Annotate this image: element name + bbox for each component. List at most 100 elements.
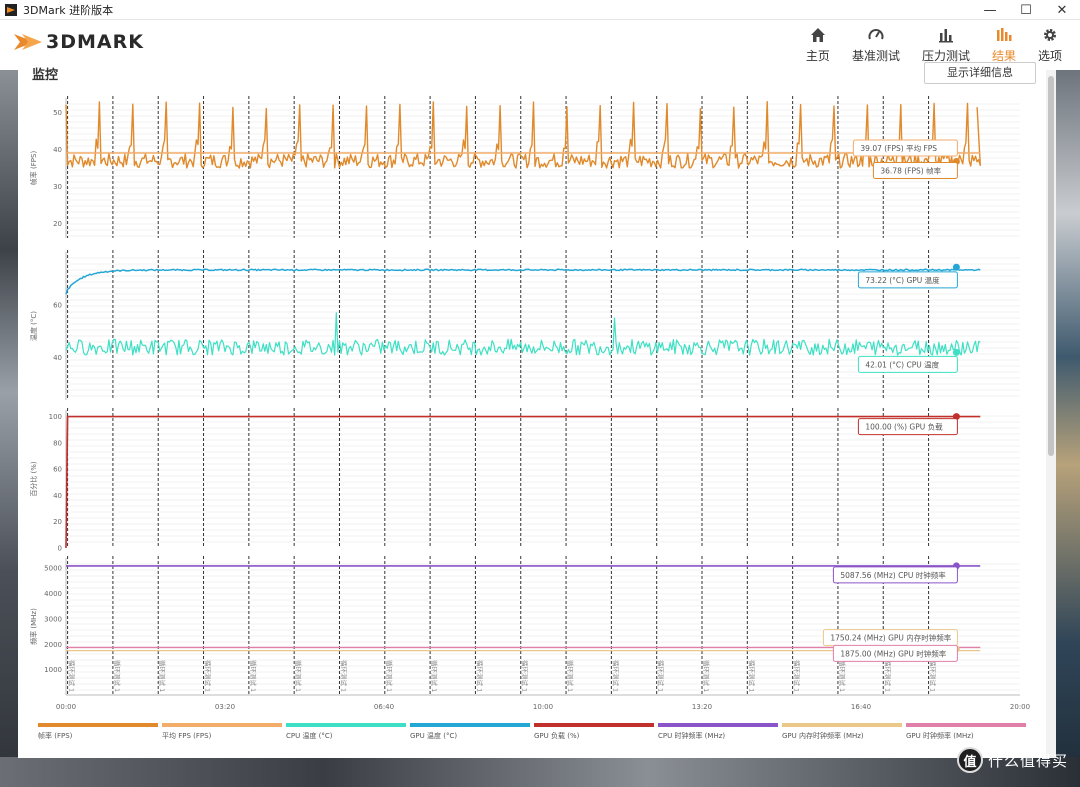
legend-swatch <box>410 723 530 727</box>
monitoring-charts: 20 30 40 50 帧率 (FPS) 40 60 温度 (°C) 0 20 40 60 80 100 百… <box>29 96 1030 711</box>
nav-benchmarks[interactable]: 基准测试 <box>852 26 900 64</box>
y-tick-label: 80 <box>53 439 62 447</box>
monitoring-panel: 监控 显示详细信息 20 30 40 50 帧率 (FPS) 40 60 温度 (°C) 0 20… <box>18 62 1048 758</box>
y-tick-label: 40 <box>53 146 62 154</box>
scrollbar-thumb[interactable] <box>1048 76 1054 456</box>
title-bar: 3DMark 进阶版本 — ☐ ✕ <box>0 0 1080 20</box>
loop-marker-label: 循环测试 1 <box>929 660 938 692</box>
chart-legend: 帧率 (FPS) 平均 FPS (FPS) CPU 温度 (°C) GPU 温度… <box>38 723 1048 753</box>
window-title: 3DMark 进阶版本 <box>23 3 114 17</box>
cpu-temp-end-marker <box>952 348 960 356</box>
vertical-scrollbar[interactable] <box>1046 70 1056 758</box>
bars-icon <box>936 26 956 44</box>
legend-item-avg-fps[interactable]: 平均 FPS (FPS) <box>162 723 282 741</box>
loop-marker-label: 循环测试 1 <box>385 660 394 692</box>
legend-swatch <box>658 723 778 727</box>
y-tick-label: 2000 <box>44 641 62 649</box>
logo-mark-icon <box>14 34 42 50</box>
nav-stress-tests[interactable]: 压力测试 <box>922 26 970 64</box>
nav-home[interactable]: 主页 <box>806 26 830 64</box>
loop-marker-label: 循环测试 1 <box>657 660 666 692</box>
nav-results[interactable]: 结果 <box>992 26 1016 64</box>
legend-item-gpu-clock[interactable]: GPU 时钟频率 (MHz) <box>906 723 1026 741</box>
nav-label: 选项 <box>1037 49 1062 63</box>
nav-label: 主页 <box>805 49 830 63</box>
value-annotation-label: 100.00 (%) GPU 负载 <box>865 422 943 432</box>
logo-text: 3DMARK <box>46 31 144 53</box>
cpu-temp-series-line <box>65 312 981 356</box>
legend-label: GPU 内存时钟频率 (MHz) <box>782 732 864 740</box>
nav-options[interactable]: 选项 <box>1038 26 1062 64</box>
y-tick-label: 20 <box>53 518 62 526</box>
y-tick-label: 60 <box>53 466 62 474</box>
legend-label: GPU 负载 (%) <box>534 732 580 740</box>
y-axis-label: 温度 (°C) <box>29 311 38 341</box>
legend-label: 平均 FPS (FPS) <box>162 732 212 740</box>
y-tick-label: 60 <box>53 301 62 309</box>
gauge-icon <box>866 26 886 44</box>
legend-item-cpu-temp[interactable]: CPU 温度 (°C) <box>286 723 406 741</box>
loop-marker-label: 循环测试 1 <box>68 660 77 692</box>
loop-marker-label: 循环测试 1 <box>566 660 575 692</box>
y-tick-label: 5000 <box>44 565 62 573</box>
nav-label: 基准测试 <box>851 49 900 63</box>
y-tick-label: 40 <box>53 492 62 500</box>
legend-item-gpu-mem-clock[interactable]: GPU 内存时钟频率 (MHz) <box>782 723 902 741</box>
value-annotation-label: 5087.56 (MHz) CPU 时钟频率 <box>840 570 946 580</box>
y-tick-label: 100 <box>49 413 62 421</box>
loop-marker-label: 循环测试 1 <box>204 660 213 692</box>
close-button[interactable]: ✕ <box>1044 0 1080 20</box>
value-annotation-label: 39.07 (FPS) 平均 FPS <box>860 143 937 153</box>
minimize-button[interactable]: — <box>972 0 1008 20</box>
background-art-bottom <box>0 757 1080 787</box>
logo: 3DMARK <box>14 28 144 56</box>
value-annotation-label: 1750.24 (MHz) GPU 内存时钟频率 <box>830 633 951 643</box>
y-axis-label: 帧率 (FPS) <box>29 151 38 186</box>
legend-item-gpu-load[interactable]: GPU 负载 (%) <box>534 723 654 741</box>
gpu-temp-end-marker <box>952 263 960 271</box>
loop-marker-label: 循环测试 1 <box>249 660 258 692</box>
results-icon <box>994 26 1014 44</box>
loop-marker-label: 循环测试 1 <box>611 660 620 692</box>
x-tick-label: 10:00 <box>533 703 553 711</box>
y-tick-label: 20 <box>53 220 62 228</box>
y-axis-label: 百分比 (%) <box>29 461 38 497</box>
legend-swatch <box>38 723 158 727</box>
app-header: 3DMARK 主页 基准测试 压力测试 结果 选项 <box>0 20 1080 70</box>
y-tick-label: 30 <box>53 183 62 191</box>
y-axis-label: 频率 (MHz) <box>29 608 38 645</box>
loop-marker-label: 循环测试 1 <box>430 660 439 692</box>
loop-marker-label: 循环测试 1 <box>158 660 167 692</box>
background-art-left <box>0 70 18 787</box>
watermark-text: 什么值得买 <box>987 751 1068 770</box>
legend-label: GPU 温度 (°C) <box>410 732 458 740</box>
y-tick-label: 1000 <box>44 666 62 674</box>
loop-marker-label: 循环测试 1 <box>294 660 303 692</box>
gear-icon <box>1040 26 1060 44</box>
x-tick-label: 16:40 <box>851 703 871 711</box>
main-nav: 主页 基准测试 压力测试 结果 选项 <box>784 26 1062 64</box>
legend-item-gpu-temp[interactable]: GPU 温度 (°C) <box>410 723 530 741</box>
legend-swatch <box>906 723 1026 727</box>
legend-item-fps[interactable]: 帧率 (FPS) <box>38 723 158 741</box>
legend-label: CPU 时钟频率 (MHz) <box>658 732 726 740</box>
loop-marker-label: 循环测试 1 <box>339 660 348 692</box>
watermark-badge: 值 <box>956 747 983 773</box>
loop-marker-label: 循环测试 1 <box>793 660 802 692</box>
legend-swatch <box>162 723 282 727</box>
loop-marker-label: 循环测试 1 <box>113 660 122 692</box>
x-tick-label: 00:00 <box>56 703 76 711</box>
legend-swatch <box>286 723 406 727</box>
loop-marker-label: 循环测试 1 <box>702 660 711 692</box>
loop-marker-label: 循环测试 1 <box>747 660 756 692</box>
x-tick-label: 06:40 <box>374 703 394 711</box>
x-tick-label: 03:20 <box>215 703 235 711</box>
y-tick-label: 50 <box>53 109 62 117</box>
loop-marker-label: 循环测试 1 <box>838 660 847 692</box>
y-tick-label: 0 <box>58 545 62 553</box>
maximize-button[interactable]: ☐ <box>1008 0 1044 20</box>
legend-swatch <box>534 723 654 727</box>
legend-label: GPU 时钟频率 (MHz) <box>906 732 974 740</box>
window-controls: — ☐ ✕ <box>972 0 1080 20</box>
legend-item-cpu-clock[interactable]: CPU 时钟频率 (MHz) <box>658 723 778 741</box>
